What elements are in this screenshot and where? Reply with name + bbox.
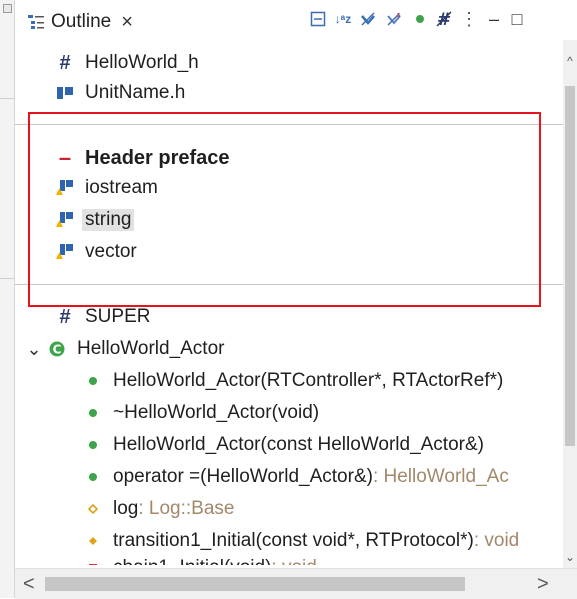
tree-item-label: HelloWorld_h <box>85 52 199 73</box>
horizontal-scrollbar[interactable]: < > <box>15 568 577 599</box>
sort-alphabetically-icon[interactable]: ↓ᵃz <box>332 8 354 30</box>
protected-method-icon <box>83 531 103 551</box>
tree-item[interactable]: HelloWorld_Actor(RTController*, RTActorR… <box>83 366 503 396</box>
view-menu-icon[interactable]: ⋮ <box>458 8 480 30</box>
panel-restore-icon[interactable] <box>3 4 12 13</box>
private-method-icon <box>83 558 103 565</box>
tree-item-label: transition1_Initial(const void*, RTProto… <box>113 530 474 551</box>
tree-item-type: : void <box>473 530 520 551</box>
tree-item[interactable]: # HelloWorld_h <box>55 48 199 78</box>
tree-item-label: HelloWorld_Actor(RTController*, RTActorR… <box>113 370 504 391</box>
public-method-icon <box>83 403 103 423</box>
collapse-all-icon[interactable] <box>307 8 329 30</box>
tree-item[interactable]: chain1_Initial(void) : void <box>83 553 317 565</box>
tree-item[interactable]: operator =(HelloWorld_Actor&) : HelloWor… <box>83 462 509 492</box>
tree-item-label: ~HelloWorld_Actor(void) <box>113 402 320 423</box>
tree-item-label: HelloWorld_Actor <box>77 338 225 359</box>
tree-item-label: HelloWorld_Actor(const HelloWorld_Actor&… <box>113 434 484 455</box>
tree-item[interactable]: log : Log::Base <box>83 494 234 524</box>
panel-divider <box>0 278 14 279</box>
scroll-right-icon[interactable]: > <box>537 573 549 596</box>
tree-item-label: operator =(HelloWorld_Actor&) <box>113 466 373 487</box>
panel-divider <box>0 98 14 99</box>
hide-fields-icon[interactable] <box>357 8 379 30</box>
outline-view-header: Outline × ↓ᵃz s # ⋮ ‒ □ <box>15 0 577 40</box>
public-method-icon <box>83 371 103 391</box>
svg-text:C: C <box>53 343 62 357</box>
tree-item[interactable]: HelloWorld_Actor(const HelloWorld_Actor&… <box>83 430 484 460</box>
vertical-scrollbar[interactable]: ^ ⌄ <box>563 40 577 568</box>
class-icon: C <box>47 339 67 359</box>
public-method-icon <box>83 435 103 455</box>
horizontal-scroll-thumb[interactable] <box>45 577 465 591</box>
tree-item[interactable]: ⌄ C HelloWorld_Actor <box>26 334 225 364</box>
svg-text:s: s <box>397 11 401 19</box>
hide-static-icon[interactable]: s <box>383 8 405 30</box>
hide-macros-icon[interactable]: # <box>433 8 455 30</box>
tree-item-label: log <box>113 498 139 519</box>
scroll-up-icon[interactable]: ^ <box>563 54 577 68</box>
protected-field-icon <box>83 499 103 519</box>
scroll-left-icon[interactable]: < <box>23 573 35 596</box>
macro-icon: # <box>59 305 71 328</box>
maximize-icon[interactable]: □ <box>506 8 528 30</box>
tree-item[interactable]: ~HelloWorld_Actor(void) <box>83 398 319 428</box>
minimize-icon[interactable]: ‒ <box>483 8 505 30</box>
tree-item-label: UnitName.h <box>85 82 186 103</box>
hide-non-public-icon[interactable] <box>409 8 431 30</box>
highlight-annotation-box <box>28 112 541 307</box>
tree-item-type: : Log::Base <box>138 498 235 519</box>
vertical-scroll-thumb[interactable] <box>565 86 575 446</box>
left-panel-edge <box>0 0 15 598</box>
tree-item-type: : HelloWorld_Ac <box>372 466 509 487</box>
chevron-down-icon[interactable]: ⌄ <box>26 339 41 359</box>
include-icon <box>55 83 75 103</box>
tree-item-label: chain1_Initial(void) <box>113 557 271 565</box>
public-method-icon <box>83 467 103 487</box>
tree-item-type: : void <box>271 557 316 565</box>
macro-icon: # <box>59 51 71 74</box>
tree-item[interactable]: transition1_Initial(const void*, RTProto… <box>83 526 519 556</box>
scroll-down-icon[interactable]: ⌄ <box>563 550 577 564</box>
tree-item-label: SUPER <box>85 306 151 327</box>
tree-item[interactable]: UnitName.h <box>55 78 185 108</box>
